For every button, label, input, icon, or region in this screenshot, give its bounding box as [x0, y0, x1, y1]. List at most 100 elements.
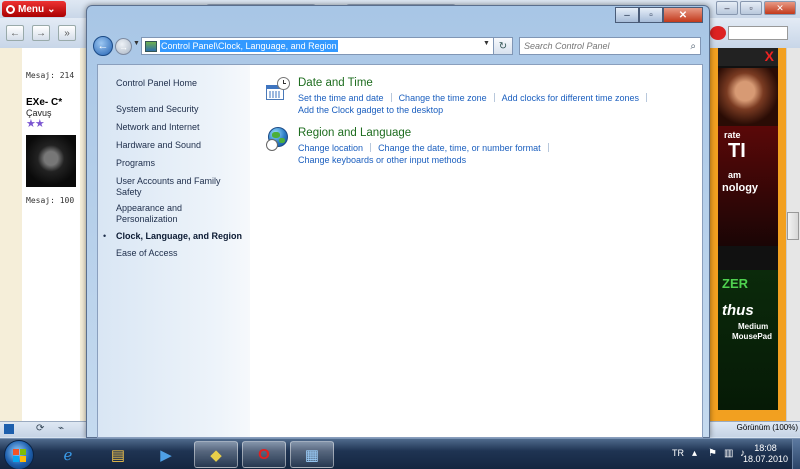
window-controls: – ▫ ✕ [615, 7, 703, 23]
control-panel-home-link[interactable]: Control Panel Home [116, 78, 246, 89]
opera-minimize-button[interactable]: – [716, 1, 738, 15]
start-button[interactable] [4, 440, 34, 469]
opera-fast-forward-button[interactable]: » [58, 25, 76, 41]
clock[interactable]: 18:08 18.07.2010 [743, 443, 788, 465]
globe-clock-icon [266, 127, 290, 151]
ad-text: Medium [738, 322, 769, 331]
address-path[interactable]: Control Panel\Clock, Language, and Regio… [160, 40, 338, 52]
ad-text: rate [724, 130, 741, 140]
opera-search-input[interactable] [728, 26, 788, 40]
ad-text: MousePad [732, 332, 773, 341]
date-time-links-row-2: Add the Clock gadget to the desktop [298, 105, 443, 115]
post-count: Mesaj: 100 [26, 196, 75, 205]
file-explorer-icon[interactable]: ▤ [96, 441, 140, 468]
action-center-icon[interactable]: ⚑ [708, 448, 718, 459]
zoom-level[interactable]: Görünüm (100%) [737, 423, 798, 432]
search-icon[interactable]: ⌕ [690, 41, 696, 52]
username[interactable]: EXe- C* [26, 97, 62, 108]
change-format-link[interactable]: Change the date, time, or number format [378, 143, 541, 153]
opera-back-button[interactable]: ← [6, 25, 24, 41]
rank-stars-icon: ★★ [26, 118, 45, 130]
opera-maximize-button[interactable]: ▫ [740, 1, 762, 15]
calendar-clock-icon [266, 77, 290, 101]
scrollbar-thumb[interactable] [787, 212, 799, 240]
refresh-icon[interactable]: ↻ [493, 37, 513, 55]
set-time-date-link[interactable]: Set the time and date [298, 93, 384, 103]
input-language[interactable]: TR [672, 448, 684, 458]
nav-hardware-sound[interactable]: Hardware and Sound [116, 140, 246, 151]
nav-user-accounts[interactable]: User Accounts and Family Safety [116, 176, 234, 198]
avatar[interactable] [26, 135, 76, 187]
ad-text: TI [728, 140, 746, 162]
forward-arrow-icon[interactable]: → [115, 38, 132, 55]
control-panel-taskbar-icon[interactable]: ▦ [290, 441, 334, 468]
ad-logo-text: X [718, 48, 778, 66]
date-time-title[interactable]: Date and Time [298, 77, 373, 89]
expand-tray-icon[interactable]: ▴ [692, 448, 702, 459]
nav-system-security[interactable]: System and Security [116, 104, 246, 115]
recent-pages-dropdown-icon[interactable]: ▼ [133, 40, 140, 47]
add-clocks-link[interactable]: Add clocks for different time zones [502, 93, 639, 103]
current-item-bullet-icon: • [103, 231, 107, 241]
address-bar-row: ← → ▼ Control Panel\Clock, Language, and… [91, 34, 705, 58]
windows-logo-icon [13, 449, 26, 462]
ad-character-image [718, 68, 778, 126]
media-player-icon[interactable]: ▶ [144, 441, 188, 468]
opera-logo-icon [6, 4, 15, 14]
taskbar: ℯ ▤ ▶ ◆ O ▦ TR ▴ ⚑ ▥ ♪ 18:08 18.07.2010 [0, 438, 800, 469]
address-bar[interactable]: Control Panel\Clock, Language, and Regio… [141, 37, 497, 55]
opera-icon[interactable]: O [242, 441, 286, 468]
ad-text: am [728, 170, 742, 180]
add-clock-gadget-link[interactable]: Add the Clock gadget to the desktop [298, 105, 443, 115]
address-dropdown-icon[interactable]: ▼ [483, 40, 490, 47]
nav-programs[interactable]: Programs [116, 158, 246, 169]
change-location-link[interactable]: Change location [298, 143, 363, 153]
turbo-icon[interactable]: ⌁ [58, 423, 64, 434]
opera-nav-bar: ← → » [0, 18, 88, 48]
opera-menu-button[interactable]: Menu ⌄ [2, 1, 66, 17]
chevron-down-icon: ⌄ [47, 3, 56, 15]
opera-search-area [708, 18, 800, 48]
sync-icon[interactable]: ⟳ [36, 423, 44, 434]
nav-ease-of-access[interactable]: Ease of Access [116, 248, 246, 259]
nav-appearance[interactable]: Appearance and Personalization [116, 203, 216, 225]
minimize-button[interactable]: – [615, 7, 639, 23]
link-separator [390, 93, 392, 102]
nav-network-internet[interactable]: Network and Internet [116, 122, 246, 133]
link-separator [370, 143, 372, 152]
ad-text: nology [722, 182, 759, 194]
nav-clock-language-region[interactable]: Clock, Language, and Region [116, 231, 246, 242]
left-navigation-pane: Control Panel Home System and Security N… [98, 65, 250, 437]
clock-time: 18:08 [754, 443, 777, 453]
opera-forward-button[interactable]: → [32, 25, 50, 41]
sticky-notes-icon[interactable]: ◆ [194, 441, 238, 468]
maximize-button[interactable]: ▫ [639, 7, 663, 23]
opera-menu-label: Menu [18, 3, 45, 15]
control-panel-content: Control Panel Home System and Security N… [97, 64, 703, 438]
link-separator [493, 93, 495, 102]
region-links-row: Change location Change the date, time, or… [298, 143, 556, 153]
search-input[interactable] [524, 41, 674, 51]
ad-text: thus [722, 302, 754, 319]
link-separator [547, 143, 549, 152]
post-count: Mesaj: 214 [26, 71, 75, 80]
date-time-links-row: Set the time and date Change the time zon… [298, 93, 654, 103]
close-button[interactable]: ✕ [663, 7, 703, 23]
control-panel-window: – ▫ ✕ ← → ▼ Control Panel\Clock, Languag… [86, 5, 710, 438]
internet-explorer-icon[interactable]: ℯ [46, 441, 90, 468]
clock-date: 18.07.2010 [742, 454, 788, 464]
back-arrow-icon[interactable]: ← [93, 36, 113, 56]
change-time-zone-link[interactable]: Change the time zone [399, 93, 487, 103]
change-keyboards-link[interactable]: Change keyboards or other input methods [298, 155, 466, 165]
ad-middle-panel: rate TI am nology [718, 126, 778, 246]
opera-close-button[interactable]: ✕ [764, 1, 796, 15]
ad-text: ZER [722, 276, 748, 291]
search-box[interactable]: ⌕ [519, 37, 701, 55]
region-language-title[interactable]: Region and Language [298, 127, 411, 139]
search-engine-icon[interactable] [710, 26, 726, 40]
link-separator [646, 93, 648, 102]
panel-toggle-icon[interactable] [4, 424, 14, 434]
network-icon[interactable]: ▥ [724, 448, 734, 459]
control-panel-icon [145, 40, 157, 52]
show-desktop-button[interactable] [792, 439, 800, 469]
